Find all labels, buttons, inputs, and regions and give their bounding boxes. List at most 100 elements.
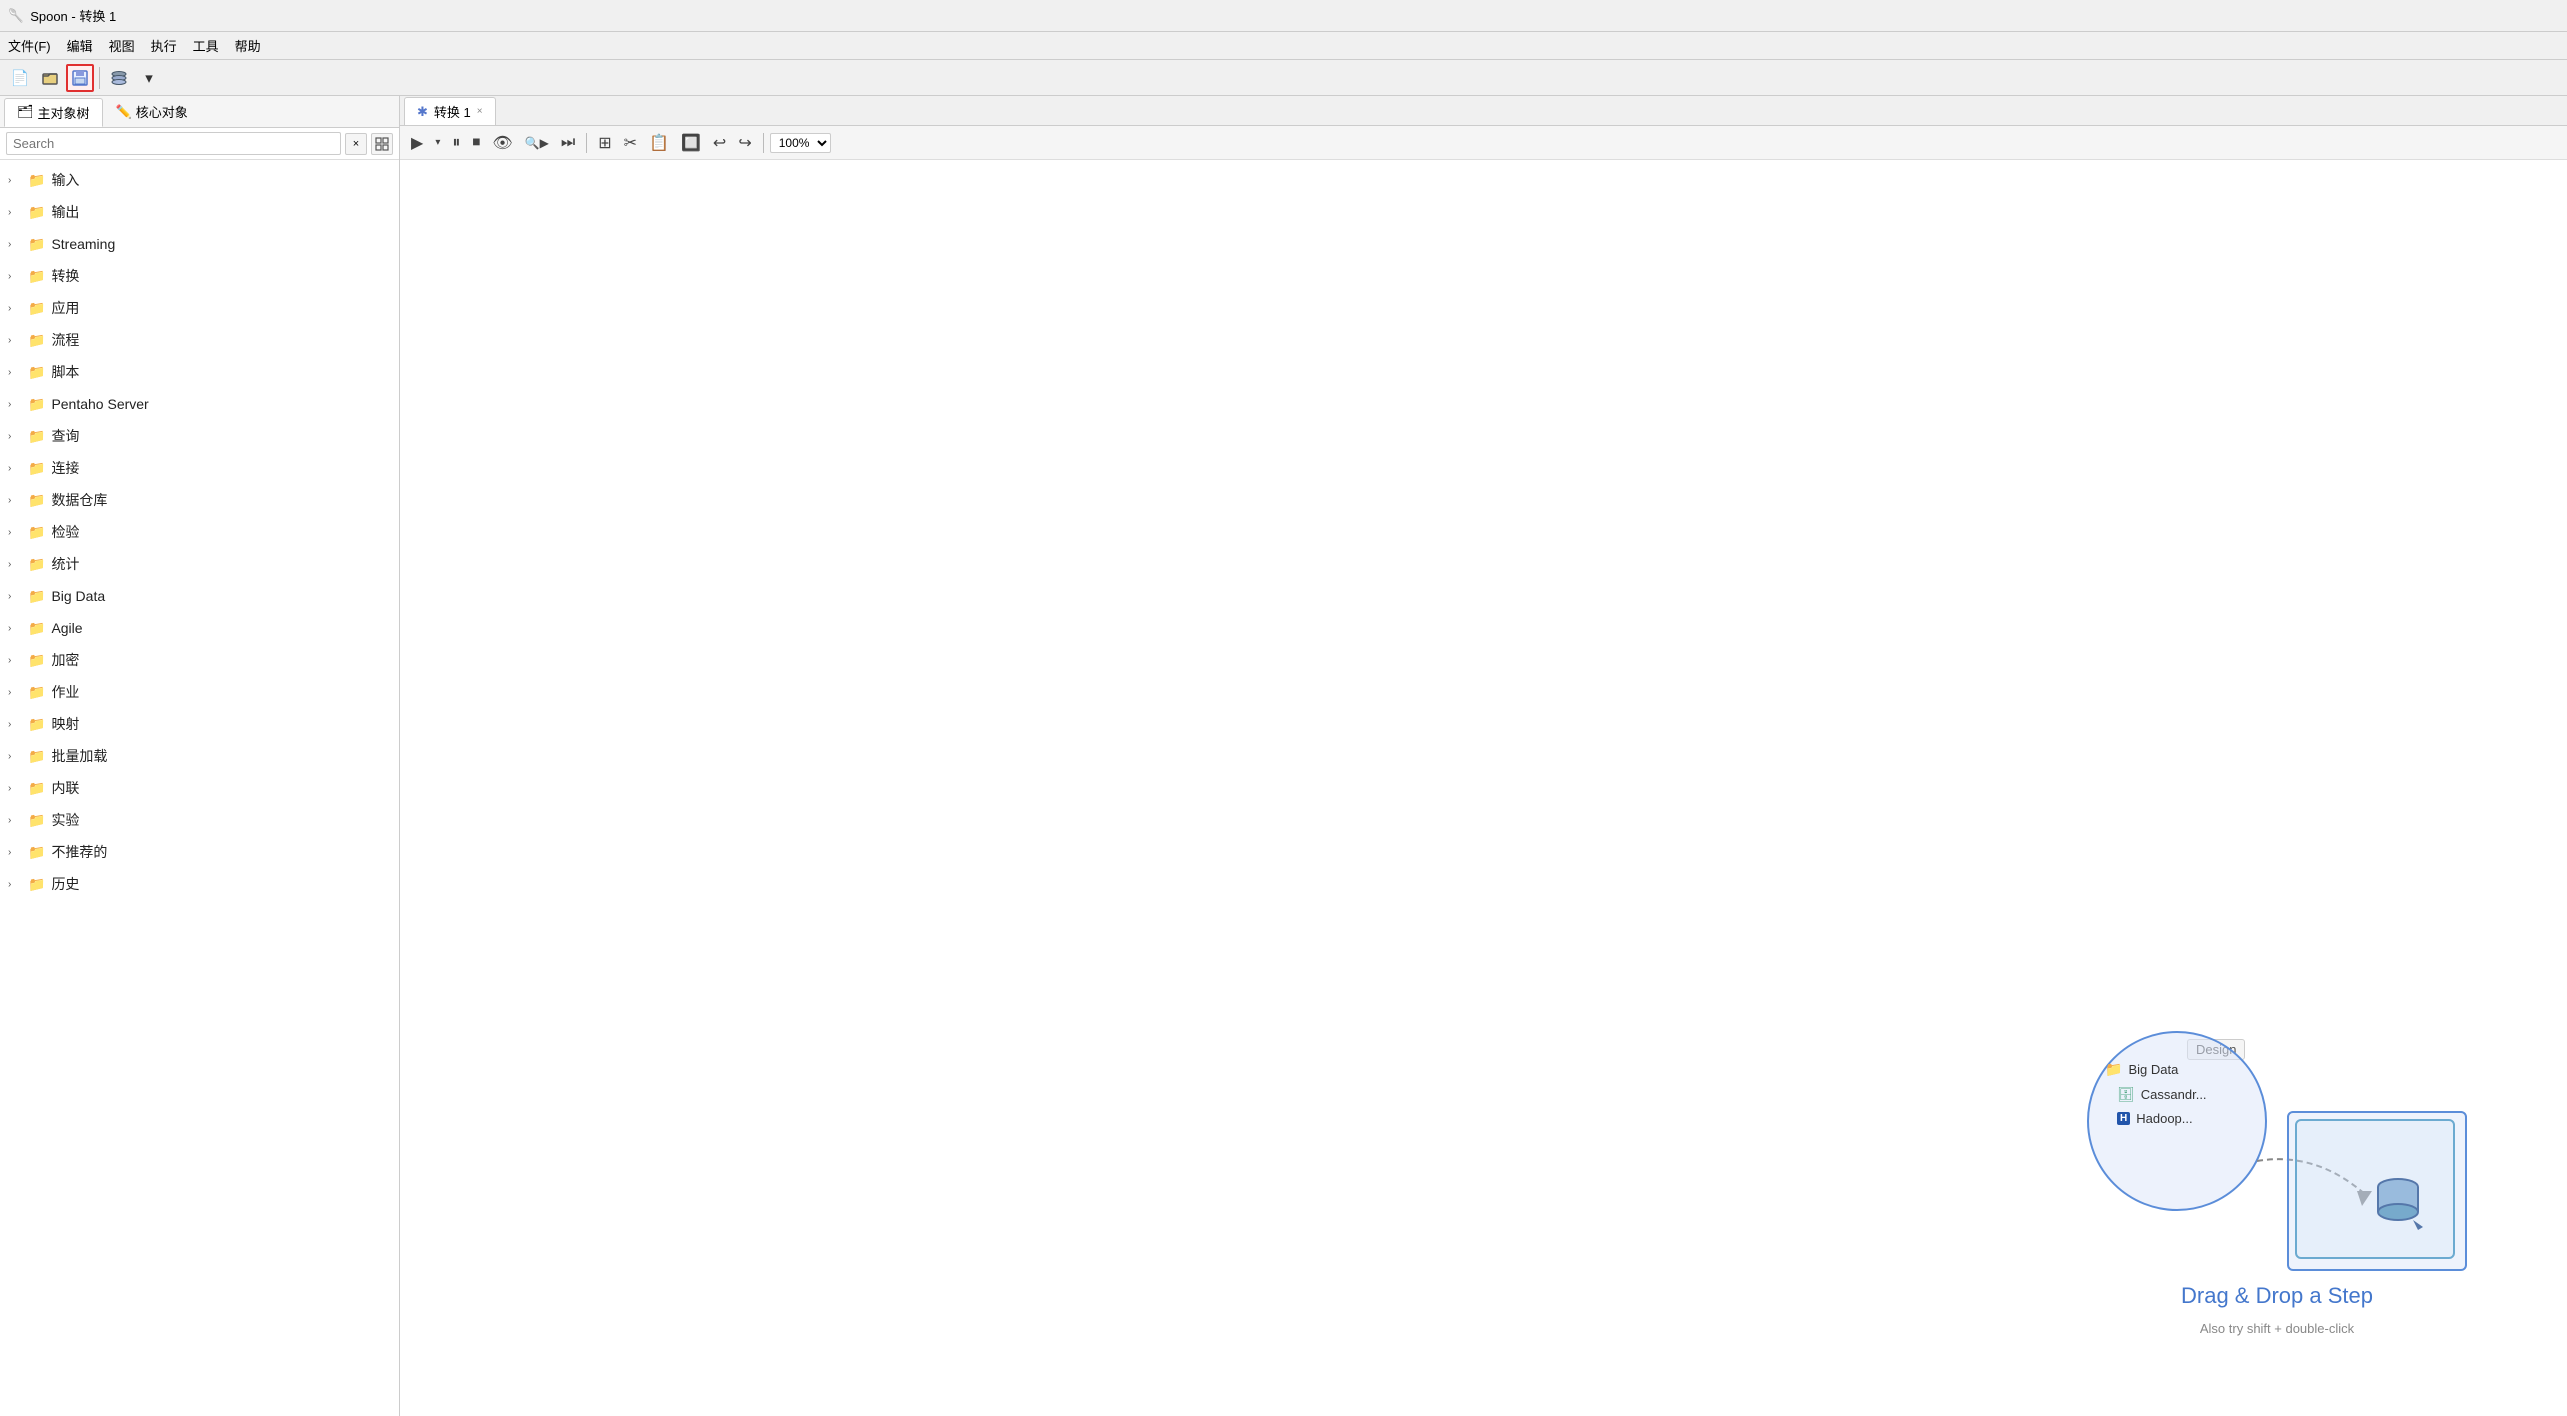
chevron-icon: › [8, 719, 22, 730]
stop-button[interactable]: ⏹ [467, 132, 485, 154]
menu-file[interactable]: 文件(F) [8, 36, 51, 55]
chevron-icon: › [8, 687, 22, 698]
tree-item-label: 输出 [51, 202, 79, 222]
tree-item-16[interactable]: › 📁 作业 [0, 676, 399, 708]
right-panel: ✱ 转换 1 × ▶ ▾ ⏸ ⏹ 👁 🔍▶ ⏭ ⊞ ✂ 📋 🔲 ↩ ↪ 100%… [400, 96, 2567, 1416]
tree-item-label: 流程 [51, 330, 79, 350]
tree-item-label: 脚本 [51, 362, 79, 382]
folder-icon: 📁 [28, 652, 45, 669]
redo-button[interactable]: ↪ [733, 131, 756, 155]
tree-item-5[interactable]: › 📁 流程 [0, 324, 399, 356]
folder-icon: 📁 [28, 716, 45, 733]
tree-item-22[interactable]: › 📁 历史 [0, 868, 399, 900]
tree-item-label: 数据仓库 [51, 490, 107, 510]
circle-bigdata-label: Big Data [2128, 1062, 2178, 1077]
circle-cassandra-label: Cassandr... [2141, 1087, 2207, 1102]
search-input[interactable] [6, 132, 341, 155]
toolbar-separator-1 [99, 67, 100, 89]
tree-item-21[interactable]: › 📁 不推荐的 [0, 836, 399, 868]
preview-button[interactable]: 👁 [487, 131, 517, 155]
cut-button[interactable]: ✂ [619, 131, 642, 155]
tree-item-8[interactable]: › 📁 查询 [0, 420, 399, 452]
tree-item-13[interactable]: › 📁 Big Data [0, 580, 399, 612]
tree-item-label: 不推荐的 [51, 842, 107, 862]
canvas-tab-transform1[interactable]: ✱ 转换 1 × [404, 97, 496, 125]
pause-button[interactable]: ⏸ [447, 132, 465, 154]
tree-item-12[interactable]: › 📁 统计 [0, 548, 399, 580]
canvas-area[interactable]: Design 📁 Big Data 🗄 Cassandr... H [400, 160, 2567, 1416]
tab-core-label: 核心对象 [136, 102, 188, 121]
tree-item-11[interactable]: › 📁 检验 [0, 516, 399, 548]
folder-icon: 📁 [28, 460, 45, 477]
tab-main-label: 主对象树 [38, 103, 90, 122]
step-forward-button[interactable]: ⏭ [556, 132, 580, 154]
tree-item-15[interactable]: › 📁 加密 [0, 644, 399, 676]
menu-tools[interactable]: 工具 [193, 36, 219, 55]
tree-item-4[interactable]: › 📁 应用 [0, 292, 399, 324]
tree-item-9[interactable]: › 📁 连接 [0, 452, 399, 484]
tree-item-label: 作业 [51, 682, 79, 702]
tree-item-label: 应用 [51, 298, 79, 318]
tree-item-10[interactable]: › 📁 数据仓库 [0, 484, 399, 516]
tree-item-label: Streaming [51, 236, 115, 252]
copy-button[interactable]: 📋 [644, 131, 674, 155]
tab-main-object-tree[interactable]: 🗂 主对象树 [4, 98, 103, 127]
dnd-card-outer [2287, 1111, 2467, 1271]
folder-icon: 📁 [28, 204, 45, 221]
tree-item-20[interactable]: › 📁 实验 [0, 804, 399, 836]
new-button[interactable]: 📄 [6, 64, 34, 92]
tree-item-6[interactable]: › 📁 脚本 [0, 356, 399, 388]
chevron-icon: › [8, 271, 22, 282]
dropdown-button[interactable]: ▾ [135, 64, 163, 92]
chevron-icon: › [8, 175, 22, 186]
circle-folder-icon: 📁 [2105, 1061, 2122, 1078]
folder-icon: 📁 [28, 780, 45, 797]
main-toolbar: 📄 ▾ [0, 60, 2567, 96]
tree-item-label: 批量加载 [51, 746, 107, 766]
title-bar: 🥄 Spoon - 转换 1 [0, 0, 2567, 32]
dnd-title: Drag & Drop a Step [2181, 1283, 2373, 1309]
dnd-graphic: Design 📁 Big Data 🗄 Cassandr... H [2087, 1031, 2467, 1271]
zoom-selector[interactable]: 100% 75% 50% 150% [770, 133, 831, 153]
tab-core-objects[interactable]: ✏️ 核心对象 [103, 97, 201, 126]
chevron-icon: › [8, 527, 22, 538]
tree-item-2[interactable]: › 📁 Streaming [0, 228, 399, 260]
dnd-circle: 📁 Big Data 🗄 Cassandr... H Hadoop... [2087, 1031, 2267, 1211]
circle-hadoop-label: Hadoop... [2136, 1111, 2192, 1126]
tree-item-label: 连接 [51, 458, 79, 478]
tree-item-0[interactable]: › 📁 输入 [0, 164, 399, 196]
chevron-icon: › [8, 559, 22, 570]
dnd-db-icon [2363, 1167, 2433, 1237]
menu-help[interactable]: 帮助 [235, 36, 261, 55]
folder-icon: 📁 [28, 588, 45, 605]
menu-view[interactable]: 视图 [109, 36, 135, 55]
layers-button[interactable] [105, 64, 133, 92]
search-clear-button[interactable]: × [345, 133, 367, 155]
chevron-icon: › [8, 751, 22, 762]
debug-step-button[interactable]: 🔍▶ [520, 134, 554, 152]
tree-item-17[interactable]: › 📁 映射 [0, 708, 399, 740]
play-button[interactable]: ▶ [406, 131, 428, 155]
tree-item-1[interactable]: › 📁 输出 [0, 196, 399, 228]
search-expand-button[interactable] [371, 133, 393, 155]
chevron-icon: › [8, 303, 22, 314]
paste-button[interactable]: 🔲 [676, 131, 706, 155]
tree-item-label: Pentaho Server [51, 396, 148, 412]
tree-item-3[interactable]: › 📁 转换 [0, 260, 399, 292]
play-dropdown-button[interactable]: ▾ [430, 135, 445, 150]
core-icon: ✏️ [116, 104, 132, 120]
save-button[interactable] [66, 64, 94, 92]
tree-item-7[interactable]: › 📁 Pentaho Server [0, 388, 399, 420]
tree-item-18[interactable]: › 📁 批量加载 [0, 740, 399, 772]
canvas-tab-close[interactable]: × [477, 106, 483, 117]
canvas-tab-label: 转换 1 [434, 102, 471, 121]
folder-icon: 📁 [28, 236, 45, 253]
align-button[interactable]: ⊞ [593, 131, 616, 155]
open-button[interactable] [36, 64, 64, 92]
chevron-icon: › [8, 495, 22, 506]
menu-run[interactable]: 执行 [151, 36, 177, 55]
tree-item-14[interactable]: › 📁 Agile [0, 612, 399, 644]
undo-button[interactable]: ↩ [708, 131, 731, 155]
tree-item-19[interactable]: › 📁 内联 [0, 772, 399, 804]
menu-edit[interactable]: 编辑 [67, 36, 93, 55]
